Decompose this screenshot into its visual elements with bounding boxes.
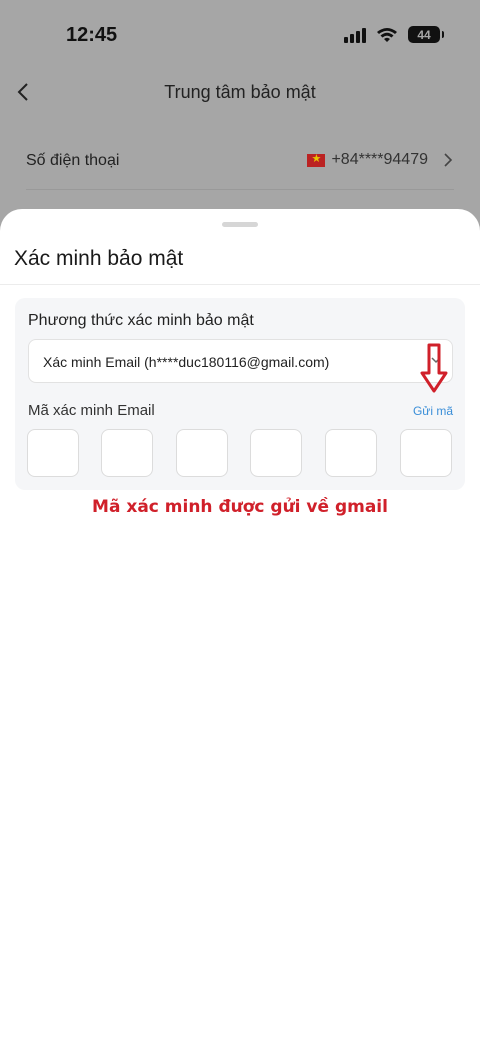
signal-icon <box>344 27 366 43</box>
code-digit-input[interactable] <box>176 429 228 477</box>
phone-value-group: +84****94479 <box>307 151 454 169</box>
page-title: Trung tâm bảo mật <box>164 82 316 102</box>
battery-icon: 44 <box>408 26 444 43</box>
sheet-title: Xác minh bảo mật <box>14 247 184 270</box>
annotation-text: Mã xác minh được gửi về gmail <box>92 497 388 517</box>
nav-bar: Trung tâm bảo mật <box>0 70 480 114</box>
wifi-icon <box>377 27 397 42</box>
divider <box>0 284 480 285</box>
verification-bottom-sheet: Xác minh bảo mật Phương thức xác minh bả… <box>0 209 480 1043</box>
send-code-link[interactable]: Gửi mã <box>413 404 453 418</box>
code-digit-input[interactable] <box>400 429 452 477</box>
phone-value: +84****94479 <box>331 151 428 168</box>
method-label: Phương thức xác minh bảo mật <box>28 312 254 329</box>
code-digit-input[interactable] <box>101 429 153 477</box>
vietnam-flag-icon <box>307 152 326 167</box>
status-time: 12:45 <box>66 24 118 46</box>
verification-card: Phương thức xác minh bảo mật Xác minh Em… <box>15 298 465 490</box>
method-value: Xác minh Email (h****duc180116@gmail.com… <box>43 354 330 370</box>
phone-number-row[interactable]: Số điện thoại +84****94479 <box>26 138 454 190</box>
method-select[interactable]: Xác minh Email (h****duc180116@gmail.com… <box>28 339 453 383</box>
red-down-arrow-icon <box>420 343 448 393</box>
code-input-group <box>27 429 453 477</box>
phone-label: Số điện thoại <box>26 152 120 169</box>
status-bar: 12:45 44 <box>0 0 480 70</box>
sheet-grabber[interactable] <box>222 222 258 227</box>
code-digit-input[interactable] <box>250 429 302 477</box>
status-icons: 44 <box>344 26 444 43</box>
chevron-right-icon <box>444 153 453 167</box>
code-label: Mã xác minh Email <box>28 402 155 419</box>
code-digit-input[interactable] <box>27 429 79 477</box>
code-digit-input[interactable] <box>325 429 377 477</box>
